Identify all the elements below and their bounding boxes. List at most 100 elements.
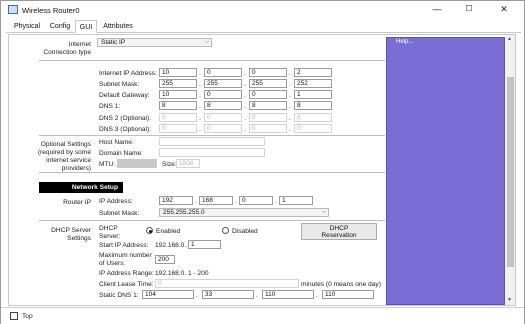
router-app-icon: [8, 5, 18, 14]
dot: .: [316, 292, 318, 299]
router-ip-octet-1[interactable]: 192: [159, 196, 193, 205]
dot: .: [256, 292, 258, 299]
internet-ip-octet-3[interactable]: 0: [249, 68, 287, 77]
internet-ip-octet-4[interactable]: 2: [294, 68, 332, 77]
tab-physical[interactable]: Physical: [10, 20, 44, 33]
bottom-bar: Top: [1, 307, 524, 324]
dhcp-reservation-button[interactable]: DHCP Reservation: [301, 223, 377, 240]
dns2-label: DNS 2 (Optional):: [99, 115, 152, 122]
top-checkbox[interactable]: [10, 312, 18, 320]
mtu-size-input[interactable]: 1500: [176, 159, 200, 168]
minimize-button[interactable]: —: [425, 2, 449, 16]
dot: .: [289, 92, 291, 99]
close-button[interactable]: ✕: [492, 2, 516, 16]
subnet-mask-octet-3[interactable]: 255: [249, 79, 287, 88]
dhcp-disabled-label: Disabled: [232, 228, 258, 235]
dhcp-disabled-radio[interactable]: [222, 227, 229, 234]
dns3-octet-4[interactable]: 0: [294, 124, 332, 133]
dot: .: [199, 81, 201, 88]
dns1-label: DNS 1:: [99, 103, 121, 110]
maximize-button[interactable]: ☐: [457, 2, 481, 16]
ip-range-value: 192.168.0. 1 - 200: [155, 270, 209, 277]
dns2-octet-1[interactable]: 0: [159, 113, 197, 122]
static-dns1-octet-3[interactable]: 110: [262, 290, 314, 299]
dot: .: [235, 198, 237, 205]
tab-config[interactable]: Config: [46, 20, 74, 33]
subnet-mask-octet-4[interactable]: 252: [294, 79, 332, 88]
scroll-up-icon[interactable]: ▲: [507, 36, 512, 42]
dns3-octet-2[interactable]: 0: [204, 124, 242, 133]
connection-type-select[interactable]: Static IP ⌵: [97, 38, 212, 47]
dns2-octet-3[interactable]: 0: [249, 113, 287, 122]
divider: [39, 172, 385, 173]
dot: .: [244, 70, 246, 77]
dhcp-server-label: DHCP Server:: [99, 225, 121, 240]
gateway-octet-3[interactable]: 0: [249, 90, 287, 99]
title-bar: Wireless Router0 — ☐ ✕: [1, 1, 524, 18]
scroll-down-icon[interactable]: ▼: [507, 297, 512, 303]
dns3-octet-3[interactable]: 0: [249, 124, 287, 133]
dot: .: [289, 103, 291, 110]
start-ip-input[interactable]: 1: [188, 240, 221, 249]
lease-unit-label: minutes (0 means one day): [301, 281, 381, 288]
help-panel: Help...: [386, 37, 505, 305]
host-name-label: Host Name:: [99, 139, 134, 146]
gateway-octet-1[interactable]: 10: [159, 90, 197, 99]
subnet-mask-octet-1[interactable]: 255: [159, 79, 197, 88]
dns1-octet-4[interactable]: 8: [294, 101, 332, 110]
internet-ip-octet-1[interactable]: 10: [159, 68, 197, 77]
mtu-select[interactable]: [117, 159, 157, 168]
dns1-octet-1[interactable]: 8: [159, 101, 197, 110]
dns3-label: DNS 3 (Optional):: [99, 126, 152, 133]
dot: .: [199, 126, 201, 133]
subnet-mask-octet-2[interactable]: 255: [204, 79, 242, 88]
scrollbar-thumb[interactable]: [507, 77, 514, 267]
max-users-label: Maximum number of Users:: [99, 252, 152, 267]
dns3-octet-1[interactable]: 0: [159, 124, 197, 133]
dhcp-enabled-label: Enabled: [156, 228, 181, 235]
gateway-octet-2[interactable]: 0: [204, 90, 242, 99]
dns2-octet-2[interactable]: 0: [204, 113, 242, 122]
router-ip-octet-2[interactable]: 168: [199, 196, 233, 205]
dot: .: [289, 115, 291, 122]
client-lease-time-label: Client Lease Time:: [99, 281, 154, 288]
router-ip-octet-4[interactable]: 1: [279, 196, 313, 205]
domain-name-label: Domain Name:: [99, 150, 143, 157]
domain-name-input[interactable]: [159, 148, 265, 157]
static-dns1-octet-1[interactable]: 104: [142, 290, 194, 299]
dot: .: [199, 115, 201, 122]
router-window: Wireless Router0 — ☐ ✕ Physical Config G…: [0, 0, 525, 324]
connection-type-value: Static IP: [101, 39, 126, 46]
chevron-down-icon: ⌵: [321, 209, 326, 215]
dot: .: [199, 103, 201, 110]
dot: .: [275, 198, 277, 205]
dns2-octet-4[interactable]: 0: [294, 113, 332, 122]
static-dns1-label: Static DNS 1:: [99, 292, 139, 299]
dot: .: [244, 92, 246, 99]
gateway-octet-4[interactable]: 1: [294, 90, 332, 99]
host-name-input[interactable]: [159, 137, 265, 146]
client-lease-time-input[interactable]: 0: [155, 279, 299, 288]
tab-gui[interactable]: GUI: [75, 20, 97, 33]
dot: .: [195, 198, 197, 205]
static-dns1-octet-4[interactable]: 110: [322, 290, 374, 299]
dhcp-enabled-radio[interactable]: [146, 227, 153, 234]
top-label: Top: [22, 313, 33, 320]
router-subnet-mask-value: 255.255.255.0: [163, 209, 205, 216]
router-subnet-mask-select[interactable]: 255.255.255.0 ⌵: [159, 208, 329, 217]
network-setup-header: Network Setup: [39, 182, 123, 193]
window-title: Wireless Router0: [22, 6, 80, 15]
subnet-mask-label: Subnet Mask:: [99, 81, 140, 88]
static-dns1-octet-2[interactable]: 33: [202, 290, 254, 299]
router-ip-label: Router IP: [63, 199, 91, 206]
dns1-octet-2[interactable]: 8: [204, 101, 242, 110]
dns1-octet-3[interactable]: 8: [249, 101, 287, 110]
max-users-input[interactable]: 200: [155, 255, 175, 264]
internet-ip-octet-2[interactable]: 0: [204, 68, 242, 77]
router-subnet-mask-label: Subnet Mask:: [99, 210, 140, 217]
start-ip-label: Start IP Address:: [99, 242, 149, 249]
tab-attributes[interactable]: Attributes: [99, 20, 137, 33]
mtu-label: MTU:: [99, 161, 116, 168]
router-ip-octet-3[interactable]: 0: [239, 196, 273, 205]
dot: .: [244, 126, 246, 133]
